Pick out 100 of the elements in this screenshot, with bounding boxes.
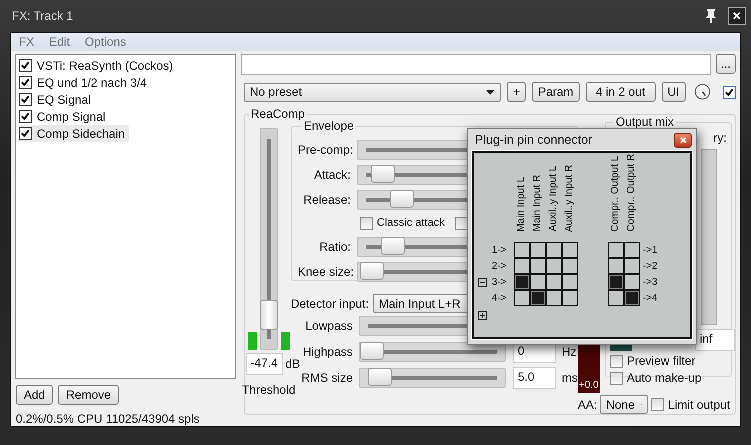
cpu-status: 0.2%/0.5% CPU 11025/43904 spls (16, 412, 201, 426)
slider-label: Attack: (313, 168, 351, 182)
preset-dropdown[interactable]: No preset (244, 82, 502, 102)
pin-cell[interactable] (562, 274, 578, 290)
browse-button[interactable]: ... (716, 54, 736, 74)
aa-dropdown[interactable]: None (600, 395, 648, 414)
pin-icon[interactable] (704, 8, 718, 24)
pin-cell[interactable] (624, 274, 640, 290)
chain-button[interactable]: Add (16, 385, 54, 405)
pin-cell[interactable] (608, 290, 624, 306)
pin-cell[interactable] (514, 274, 530, 290)
slider[interactable] (359, 368, 506, 388)
group-title: ReaComp (250, 107, 306, 121)
item-label: EQ und 1/2 nach 3/4 (37, 76, 148, 90)
chain-button[interactable]: Remove (58, 385, 120, 405)
pin-cell[interactable] (562, 258, 578, 274)
checkbox[interactable] (610, 354, 623, 368)
dialog-title: Plug-in pin connector (474, 133, 592, 147)
pin-cell[interactable] (608, 258, 624, 274)
unit-label: Hz (562, 345, 577, 359)
threshold-label: Threshold (242, 383, 296, 397)
pin-cell[interactable] (530, 258, 546, 274)
pin-cell[interactable] (546, 290, 562, 306)
close-button[interactable] (674, 132, 692, 148)
list-item[interactable]: EQ Signal (19, 91, 96, 108)
pin-cell[interactable] (530, 242, 546, 258)
item-label: EQ Signal (37, 92, 92, 106)
menu-item[interactable]: Options (85, 35, 126, 49)
list-item[interactable]: Comp Signal (19, 108, 110, 125)
group-title: Output mix (615, 115, 676, 129)
slider-thumb[interactable] (390, 190, 414, 208)
pin-cell[interactable] (562, 290, 578, 306)
checkbox[interactable] (19, 127, 32, 140)
checkbox[interactable] (19, 59, 32, 72)
close-button[interactable] (728, 7, 746, 25)
slider-label: RMS size (300, 371, 353, 385)
menu-item[interactable]: Edit (49, 35, 70, 49)
level-meter (248, 332, 257, 350)
field-label: Detector input: (291, 296, 370, 310)
expand-icon[interactable] (478, 310, 487, 320)
slider-label: Release: (302, 192, 351, 206)
list-item[interactable]: VSTi: ReaSynth (Cockos) (19, 57, 178, 74)
slider-label: Knee size: (298, 264, 351, 278)
value-field[interactable]: inf (695, 329, 735, 351)
pin-cell[interactable] (562, 242, 578, 258)
list-item[interactable]: Comp Sidechain (19, 125, 130, 142)
checkbox[interactable] (19, 110, 32, 123)
row-label: ->4 (642, 292, 659, 304)
fx-list[interactable]: VSTi: ReaSynth (Cockos) EQ und 1/2 nach 3/4 EQ Signal Comp Signal Comp Sidechain (15, 54, 236, 379)
slider-thumb[interactable] (380, 236, 405, 254)
window-title: FX: Track 1 (11, 9, 74, 23)
slider-thumb[interactable] (360, 262, 384, 280)
checkbox[interactable] (610, 372, 623, 384)
slider-label: ry: (714, 131, 727, 145)
checkbox[interactable] (360, 216, 373, 230)
pin-cell[interactable] (530, 290, 546, 306)
knob-icon[interactable] (694, 83, 712, 101)
row-label: 3-> (492, 276, 508, 288)
slider-thumb[interactable] (368, 368, 392, 386)
value-field[interactable]: 5.0 (513, 367, 556, 389)
fader-thumb[interactable] (260, 300, 278, 330)
pin-cell[interactable] (624, 258, 640, 274)
pin-cell[interactable] (514, 258, 530, 274)
toolbar-button[interactable]: 4 in 2 out (586, 82, 656, 102)
checkbox[interactable] (19, 76, 32, 89)
toolbar-button[interactable]: Param (532, 82, 580, 102)
text-field[interactable] (241, 54, 711, 75)
checkbox[interactable] (19, 93, 32, 106)
pin-cell[interactable] (530, 274, 546, 290)
slider-thumb[interactable] (360, 342, 384, 360)
pin-cell[interactable] (514, 290, 530, 306)
checkbox[interactable] (454, 216, 468, 230)
row-label: ->3 (642, 276, 659, 288)
slider[interactable] (359, 342, 506, 362)
slider-label: Lowpass (304, 319, 353, 333)
close-icon (733, 12, 741, 20)
row-label: 1-> (492, 244, 508, 256)
checkbox[interactable] (651, 398, 664, 411)
pin-cell[interactable] (608, 242, 624, 258)
toolbar-button[interactable]: + (507, 82, 526, 102)
toolbar-button[interactable]: UI (662, 82, 686, 102)
threshold-fader[interactable] (260, 128, 278, 350)
pin-cell[interactable] (624, 290, 640, 306)
pin-cell[interactable] (624, 242, 640, 258)
item-label: VSTi: ReaSynth (Cockos) (37, 58, 174, 72)
slider-thumb[interactable] (371, 164, 396, 182)
pin-label: Main Input L (515, 176, 528, 232)
checkbox[interactable] (723, 86, 736, 98)
list-item[interactable]: EQ und 1/2 nach 3/4 (19, 74, 152, 91)
checkbox-label: Classic attack (377, 217, 445, 229)
threshold-field[interactable]: -47.4 (246, 353, 283, 375)
pin-cell[interactable] (546, 258, 562, 274)
item-label: Comp Signal (37, 110, 106, 124)
menu-item[interactable]: FX (19, 35, 34, 49)
pin-cell[interactable] (546, 242, 562, 258)
pin-cell[interactable] (546, 274, 562, 290)
pin-cell[interactable] (608, 274, 624, 290)
pin-cell[interactable] (514, 242, 530, 258)
collapse-icon[interactable] (478, 278, 487, 286)
unit-label: ms (562, 371, 578, 385)
